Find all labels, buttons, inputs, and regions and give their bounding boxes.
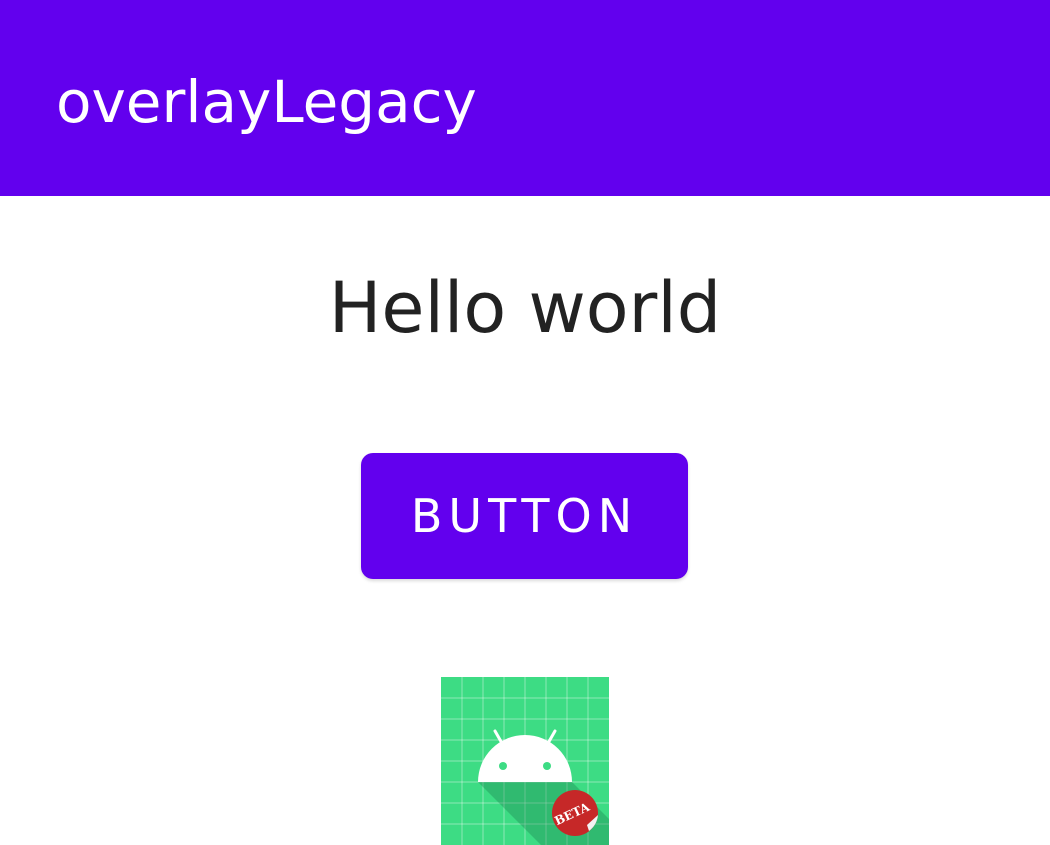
- app-bar: overlayLegacy: [0, 0, 1050, 196]
- android-beta-icon: BETA: [441, 677, 609, 845]
- hello-text: Hello world: [328, 267, 722, 349]
- app-title: overlayLegacy: [56, 68, 477, 136]
- app-screen: overlayLegacy Hello world BUTTON BETA: [0, 0, 1050, 845]
- primary-button[interactable]: BUTTON: [361, 453, 688, 579]
